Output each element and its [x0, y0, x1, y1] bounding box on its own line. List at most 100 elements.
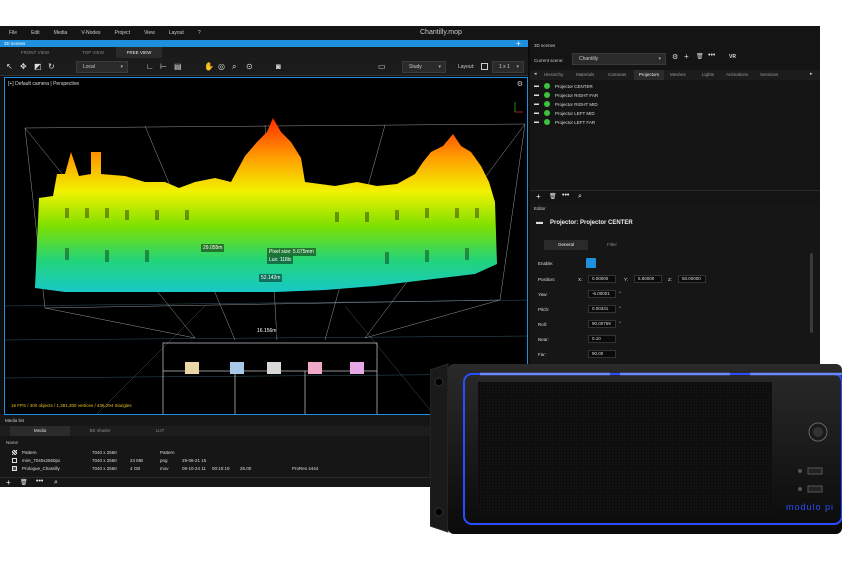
add-scene-icon[interactable]: + — [684, 52, 689, 61]
zoom-icon[interactable]: ⌕ — [232, 62, 236, 71]
enable-checkbox[interactable] — [586, 258, 596, 268]
scale-tool-icon[interactable]: ◩ — [34, 62, 42, 71]
media-profile: ProRes 4444 — [292, 466, 319, 471]
tab-animations[interactable]: Animations — [726, 72, 748, 77]
scene-settings-gear-icon[interactable]: ⚙ — [672, 53, 678, 61]
space-mode-dropdown[interactable]: Local — [76, 61, 128, 73]
move-tool-icon[interactable]: ✥ — [20, 62, 27, 71]
rotate-tool-icon[interactable]: ↻ — [48, 62, 55, 71]
trash-icon[interactable]: 🗑 — [20, 479, 28, 486]
tab-top-view[interactable]: TOP VIEW — [70, 47, 116, 58]
list-item[interactable]: ▬ Projector LEFT MID — [530, 109, 820, 118]
projector-list: ▬ Projector CENTER ▬ Projector RIGHT FAR… — [530, 82, 820, 127]
pitch-unit: ° — [619, 306, 621, 311]
study-dropdown[interactable]: Study — [402, 61, 446, 73]
enabled-check-icon[interactable] — [544, 83, 550, 89]
tab-filter[interactable]: Filter — [590, 240, 634, 250]
tab-lut[interactable]: LUT — [130, 426, 190, 436]
media-name: Pattern — [22, 450, 37, 455]
projector-icon: ▬ — [534, 119, 539, 125]
menu-edit[interactable]: Edit — [31, 30, 40, 36]
tab-be-shader[interactable]: BE shader — [70, 426, 130, 436]
projector-search-icon[interactable]: ⌕ — [578, 192, 582, 201]
far-field[interactable]: 90.00 — [588, 350, 616, 358]
menu-bar: File Edit Media V-Nodes Project View Lay… — [0, 26, 820, 40]
list-item[interactable]: ▬ Projector RIGHT FAR — [530, 91, 820, 100]
search-icon[interactable]: ⌕ — [54, 478, 58, 487]
projector-more-icon[interactable]: ••• — [562, 192, 569, 200]
far-label: Far: — [538, 352, 547, 357]
layout-dropdown[interactable]: 1 x 1 — [492, 61, 524, 73]
tab-free-view[interactable]: FREE VIEW — [116, 47, 162, 58]
pan-hand-icon[interactable]: ✋ — [204, 62, 214, 71]
media-type: mov — [160, 466, 169, 471]
menu-media[interactable]: Media — [54, 30, 68, 36]
position-y-field[interactable]: 6.80000 — [634, 275, 662, 283]
menu-help[interactable]: ? — [198, 30, 201, 36]
tab-lights[interactable]: Lights — [702, 72, 714, 77]
tab-cameras[interactable]: Cameras — [608, 72, 626, 77]
tab-materials[interactable]: Materials — [576, 72, 594, 77]
list-item[interactable]: ▬ Projector LEFT FAR — [530, 118, 820, 127]
yaw-field[interactable]: -6.00001 — [588, 290, 616, 298]
projector-name: Projector RIGHT MID — [555, 102, 598, 107]
screenshot-camera-icon[interactable]: ◙ — [276, 62, 281, 71]
menu-view[interactable]: View — [144, 30, 155, 36]
menu-project[interactable]: Project — [115, 30, 131, 36]
vr-headset-icon[interactable]: ▭ — [378, 62, 386, 71]
tab-meshes[interactable]: Meshes — [670, 72, 686, 77]
editor-header: Projector: Projector CENTER — [550, 220, 633, 226]
menu-layout[interactable]: Layout — [169, 30, 184, 36]
current-scene-dropdown[interactable]: Chantilly — [572, 53, 666, 65]
list-item[interactable]: ▬ Projector RIGHT MID — [530, 100, 820, 109]
position-z-field[interactable]: 50.00000 — [678, 275, 706, 283]
delete-scene-icon[interactable]: 🗑 — [696, 53, 704, 60]
select-tool-icon[interactable]: ↖ — [6, 62, 13, 71]
scene-more-icon[interactable]: ••• — [708, 52, 715, 59]
tab-media[interactable]: Media — [10, 426, 70, 436]
media-date: 29-06-21 15 — [182, 458, 207, 463]
pitch-field[interactable]: 0.00331 — [588, 305, 616, 313]
tab-projectors[interactable]: Projectors — [634, 70, 664, 80]
near-field[interactable]: 0.10 — [588, 335, 616, 343]
layout-grid-icon[interactable] — [481, 63, 488, 70]
tabs-right-arrow-icon[interactable]: ▸ — [810, 71, 813, 77]
orbit-icon[interactable]: ◎ — [218, 62, 225, 71]
roll-field[interactable]: 90.00759 — [588, 320, 616, 328]
more-icon[interactable]: ••• — [36, 478, 43, 486]
viewport-toolbar: ↖ ✥ ◩ ↻ Local ∟ ⊢ ▤ ✋ ◎ ⌕ ⊙ ◙ ▭ Study La… — [0, 58, 528, 76]
enabled-check-icon[interactable] — [544, 101, 550, 107]
yaw-unit: ° — [619, 291, 621, 296]
position-x-field[interactable]: 0.00000 — [588, 275, 616, 283]
align-icon[interactable]: ∟ — [146, 62, 154, 71]
enabled-check-icon[interactable] — [544, 110, 550, 116]
add-icon[interactable]: + — [6, 478, 11, 487]
menu-file[interactable]: File — [9, 30, 17, 36]
editor-scrollbar[interactable] — [810, 253, 813, 333]
tab-general[interactable]: General — [544, 240, 588, 250]
window-title: Chantilly.mop — [420, 29, 462, 36]
focus-icon[interactable]: ⊙ — [246, 62, 253, 71]
enabled-check-icon[interactable] — [544, 119, 550, 125]
media-server-illustration — [429, 363, 842, 534]
tabs-left-arrow-icon[interactable]: ◂ — [534, 71, 537, 77]
enabled-check-icon[interactable] — [544, 92, 550, 98]
add-projector-icon[interactable]: + — [536, 192, 541, 201]
projector-icon: ▬ — [534, 92, 539, 98]
vr-toggle[interactable]: VR — [729, 54, 736, 60]
list-item[interactable]: ▬ Projector CENTER — [530, 82, 820, 91]
tab-sessions[interactable]: Sessions — [760, 72, 778, 77]
media-type: Pattern — [160, 450, 175, 455]
media-date: 09-10-24 11 — [182, 466, 206, 471]
tab-front-view[interactable]: FRONT VIEW — [0, 47, 70, 58]
enable-label: Enable: — [538, 261, 554, 266]
video-file-icon — [12, 466, 17, 471]
render-stats: 16 FPS / 400 objects / 1,381,300 vertice… — [11, 403, 132, 408]
tab-hierarchy[interactable]: Hierarchy — [544, 72, 563, 77]
measure-depth: 52.142m — [259, 274, 283, 282]
measure-icon[interactable]: ⊢ — [160, 62, 167, 71]
menu-vnodes[interactable]: V-Nodes — [81, 30, 100, 36]
scenes-panel-title: 3D scenes — [534, 43, 556, 48]
note-icon[interactable]: ▤ — [174, 62, 182, 71]
delete-projector-icon[interactable]: 🗑 — [549, 193, 557, 200]
